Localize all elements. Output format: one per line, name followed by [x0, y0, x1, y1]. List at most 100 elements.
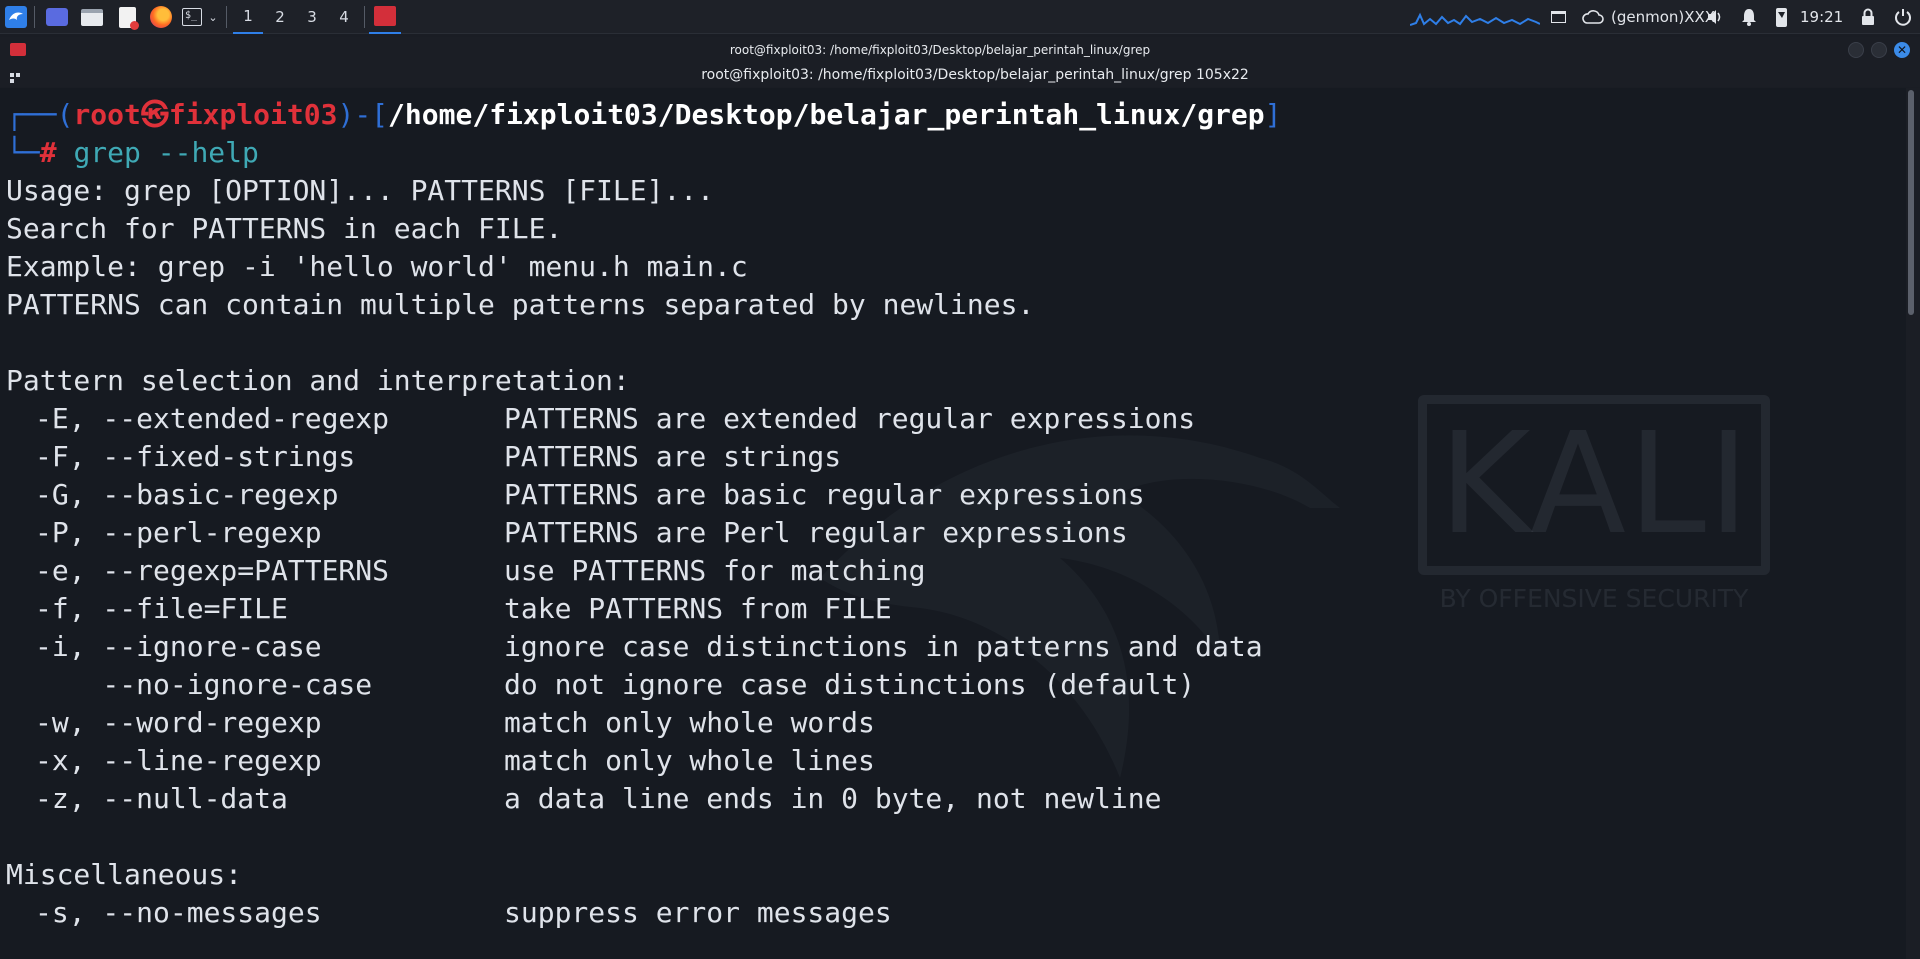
- output-line: Search for PATTERNS in each FILE.: [6, 212, 563, 245]
- option-desc: use PATTERNS for matching: [504, 554, 926, 587]
- logout-button[interactable]: [1892, 0, 1914, 34]
- firefox-button[interactable]: [148, 0, 174, 34]
- option-flag: -E, --extended-regexp: [35, 402, 390, 435]
- option-row: -G, --basic-regexp PATTERNS are basic reg…: [0, 476, 1400, 514]
- option-row: -e, --regexp=PATTERNS use PATTERNS for ma…: [0, 552, 1400, 590]
- workspace-2[interactable]: 2: [265, 0, 295, 34]
- clock[interactable]: 19:21: [1800, 0, 1843, 34]
- option-flag: -w, --word-regexp: [35, 706, 322, 739]
- terminal-area[interactable]: KALI BY OFFENSIVE SECURITY ┌──(root㉿fixp…: [0, 88, 1906, 959]
- option-desc: match only whole words: [504, 706, 875, 739]
- option-desc: ignore case distinctions in patterns and…: [504, 630, 1263, 663]
- notifications-button[interactable]: [1738, 0, 1760, 34]
- command-text: grep --help: [73, 136, 259, 169]
- close-button[interactable]: ✕: [1894, 42, 1910, 58]
- option-desc: PATTERNS are Perl regular expressions: [504, 516, 1128, 549]
- cpu-graph-icon: [1410, 12, 1540, 26]
- genmon-label[interactable]: (genmon)XXX: [1611, 0, 1715, 34]
- prompt-user: root: [73, 98, 141, 131]
- prompt-hash: #: [39, 136, 57, 169]
- option-flag: -f, --file=FILE: [35, 592, 288, 625]
- text-editor-button[interactable]: [114, 0, 140, 34]
- prompt-at-symbol: ㉿: [140, 98, 169, 131]
- taskbar-terminal-window[interactable]: [369, 0, 401, 34]
- text-editor-icon: [118, 6, 139, 30]
- output-line: Example: grep -i 'hello world' menu.h ma…: [6, 250, 748, 283]
- option-row: -z, --null-data a data line ends in 0 byt…: [0, 780, 1400, 818]
- option-flag: -e, --regexp=PATTERNS: [35, 554, 390, 587]
- lock-icon: [1862, 8, 1874, 25]
- option-row: -x, --line-regexp match only whole lines: [0, 742, 1400, 780]
- panel-separator: [226, 6, 227, 28]
- output-line: PATTERNS can contain multiple patterns s…: [6, 288, 1035, 321]
- option-desc: a data line ends in 0 byte, not newline: [504, 782, 1162, 815]
- tab-title[interactable]: root@fixploit03: /home/fixploit03/Deskto…: [0, 67, 1920, 83]
- bell-icon: [1742, 9, 1756, 26]
- option-desc: match only whole lines: [504, 744, 875, 777]
- option-flag: -G, --basic-regexp: [35, 478, 339, 511]
- lock-screen-button[interactable]: [1858, 0, 1878, 34]
- window-icon: [1550, 11, 1566, 23]
- prompt-line: ┌──(root㉿fixploit03)-[/home/fixploit03/D…: [6, 98, 1282, 131]
- kali-logo-text: KALI: [1438, 403, 1752, 566]
- scrollbar-thumb[interactable]: [1908, 90, 1914, 315]
- cpu-graph: [1410, 0, 1540, 34]
- chevron-down-icon: ⌄: [208, 10, 218, 24]
- option-desc: take PATTERNS from FILE: [504, 592, 892, 625]
- firefox-icon: [150, 6, 172, 28]
- option-row: --no-ignore-case do not ignore case disti…: [0, 666, 1400, 704]
- prompt-host: fixploit03: [168, 98, 338, 131]
- option-desc: PATTERNS are basic regular expressions: [504, 478, 1145, 511]
- option-flag: -i, --ignore-case: [35, 630, 322, 663]
- option-row: -E, --extended-regexp PATTERNS are extend…: [0, 400, 1400, 438]
- workspace-1[interactable]: 1: [233, 0, 263, 34]
- close-icon: ✕: [1896, 43, 1908, 57]
- battery-indicator[interactable]: [1772, 0, 1790, 34]
- option-desc: do not ignore case distinctions (default…: [504, 668, 1196, 701]
- option-row: -F, --fixed-strings PATTERNS are strings: [0, 438, 1400, 476]
- cloud-icon: [1582, 10, 1604, 24]
- option-flag: -F, --fixed-strings: [35, 440, 356, 473]
- option-desc: PATTERNS are extended regular expression…: [504, 402, 1196, 435]
- option-row: -s, --no-messages suppress error messages: [0, 894, 1400, 932]
- workspace-4[interactable]: 4: [329, 0, 359, 34]
- option-flag: -z, --null-data: [35, 782, 288, 815]
- section-heading: Miscellaneous:: [6, 858, 243, 891]
- workspace-3[interactable]: 3: [297, 0, 327, 34]
- option-desc: PATTERNS are strings: [504, 440, 842, 473]
- prompt-path: /home/fixploit03/Desktop/belajar_perinta…: [388, 98, 1265, 131]
- option-flag: -x, --line-regexp: [35, 744, 322, 777]
- option-row: -f, --file=FILE take PATTERNS from FILE: [0, 590, 1400, 628]
- terminal-icon: $_: [182, 8, 202, 26]
- kali-dragon-icon: [5, 6, 27, 28]
- power-icon: [1895, 9, 1911, 26]
- kali-tagline: BY OFFENSIVE SECURITY: [1439, 584, 1749, 613]
- volume-button[interactable]: [1704, 0, 1726, 34]
- output-line: Usage: grep [OPTION]... PATTERNS [FILE].…: [6, 174, 715, 207]
- battery-charging-icon: [1775, 7, 1787, 27]
- window-list-button[interactable]: [1548, 0, 1568, 34]
- minimize-button[interactable]: [1848, 42, 1864, 58]
- maximize-button[interactable]: [1871, 42, 1887, 58]
- option-flag: --no-ignore-case: [35, 668, 373, 701]
- option-desc: suppress error messages: [504, 896, 892, 929]
- top-panel: $_ ⌄ 1 2 3 4 (genmon)XXX 19:21: [0, 0, 1920, 34]
- option-row: -P, --perl-regexp PATTERNS are Perl regul…: [0, 514, 1400, 552]
- file-manager-button[interactable]: [79, 0, 105, 34]
- section-heading: Pattern selection and interpretation:: [6, 364, 630, 397]
- launcher-dropdown[interactable]: ⌄: [206, 0, 220, 34]
- window-title: root@fixploit03: /home/fixploit03/Deskto…: [729, 43, 1151, 57]
- genmon-cloud[interactable]: [1581, 0, 1605, 34]
- terminal-window-icon: [374, 6, 396, 26]
- terminal-launcher-button[interactable]: $_: [180, 0, 204, 34]
- speaker-icon: [1708, 10, 1721, 24]
- command-line: └─# grep --help: [6, 136, 259, 169]
- kali-menu-button[interactable]: [2, 0, 30, 34]
- panel-separator: [364, 6, 365, 28]
- show-desktop-button[interactable]: [44, 0, 70, 34]
- option-row: -w, --word-regexp match only whole words: [0, 704, 1400, 742]
- option-row: -i, --ignore-case ignore case distinction…: [0, 628, 1400, 666]
- option-flag: -s, --no-messages: [35, 896, 322, 929]
- desktop-icon: [46, 8, 68, 26]
- folder-icon: [81, 8, 103, 26]
